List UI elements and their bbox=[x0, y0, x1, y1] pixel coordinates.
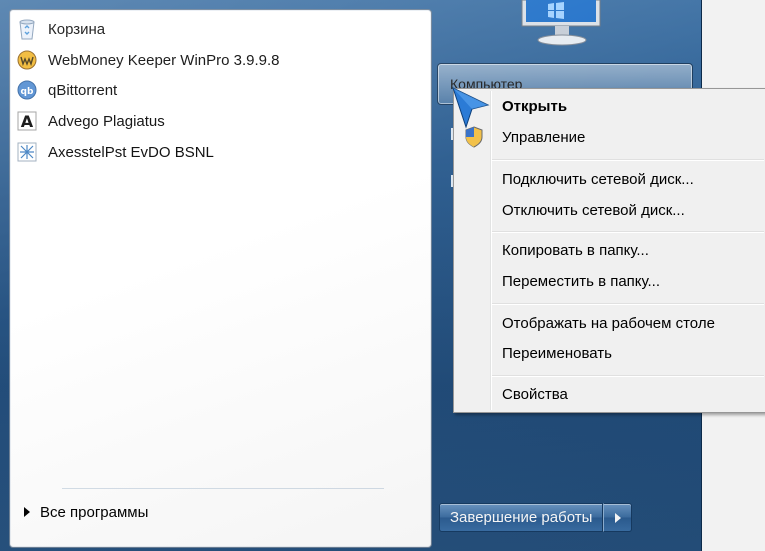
program-label: Корзина bbox=[48, 20, 106, 38]
program-item-axesstel[interactable]: AxesstelPst EvDO BSNL bbox=[16, 139, 416, 165]
svg-text:A: A bbox=[21, 112, 34, 131]
webmoney-icon bbox=[16, 49, 38, 71]
axesstel-icon bbox=[16, 141, 38, 163]
triangle-right-icon bbox=[614, 512, 621, 523]
menu-separator bbox=[492, 231, 764, 233]
program-label: AxesstelPst EvDO BSNL bbox=[48, 143, 214, 161]
mouse-cursor-icon bbox=[452, 87, 490, 129]
all-programs-button[interactable]: Все программы bbox=[24, 500, 224, 524]
program-label: WebMoney Keeper WinPro 3.9.9.8 bbox=[48, 51, 280, 69]
context-item-properties[interactable]: Свойства bbox=[502, 382, 568, 406]
context-item-rename[interactable]: Переименовать bbox=[502, 341, 612, 365]
program-label: Advego Plagiatus bbox=[48, 112, 165, 130]
computer-icon bbox=[521, 0, 601, 46]
context-menu-gutter bbox=[490, 91, 492, 410]
program-item-recycle-bin[interactable]: Корзина bbox=[16, 16, 416, 42]
context-item-show-on-desktop[interactable]: Отображать на рабочем столе bbox=[502, 311, 715, 335]
shutdown-options-button[interactable] bbox=[603, 503, 633, 532]
context-item-map-network-drive[interactable]: Подключить сетевой диск... bbox=[502, 167, 694, 191]
context-item-copy-to-folder[interactable]: Копировать в папку... bbox=[502, 238, 649, 262]
context-item-disconnect-network-drive[interactable]: Отключить сетевой диск... bbox=[502, 198, 685, 222]
recycle-bin-icon bbox=[16, 18, 38, 40]
program-item-advego[interactable]: A Advego Plagiatus bbox=[16, 108, 416, 134]
context-item-open[interactable]: Открыть bbox=[502, 94, 567, 118]
program-item-qbittorrent[interactable]: qb qBittorrent bbox=[16, 77, 416, 103]
all-programs-label: Все программы bbox=[40, 503, 149, 521]
menu-separator bbox=[492, 303, 764, 305]
programs-panel: Корзина WebMoney Keeper WinPro 3.9.9.8 q… bbox=[9, 9, 432, 548]
menu-separator bbox=[492, 159, 764, 161]
svg-text:qb: qb bbox=[21, 87, 34, 97]
advego-icon: A bbox=[16, 110, 38, 132]
context-item-move-to-folder[interactable]: Переместить в папку... bbox=[502, 269, 660, 293]
context-menu: Открыть Управление Подключить сетевой ди… bbox=[453, 88, 765, 413]
shutdown-group: Завершение работы bbox=[439, 503, 633, 532]
program-label: qBittorrent bbox=[48, 81, 118, 99]
triangle-right-icon bbox=[24, 507, 30, 517]
context-item-manage[interactable]: Управление bbox=[502, 125, 585, 149]
program-item-webmoney[interactable]: WebMoney Keeper WinPro 3.9.9.8 bbox=[16, 47, 416, 73]
divider bbox=[62, 488, 384, 489]
qbittorrent-icon: qb bbox=[16, 79, 38, 101]
shutdown-button[interactable]: Завершение работы bbox=[439, 503, 604, 532]
menu-separator bbox=[492, 375, 764, 377]
